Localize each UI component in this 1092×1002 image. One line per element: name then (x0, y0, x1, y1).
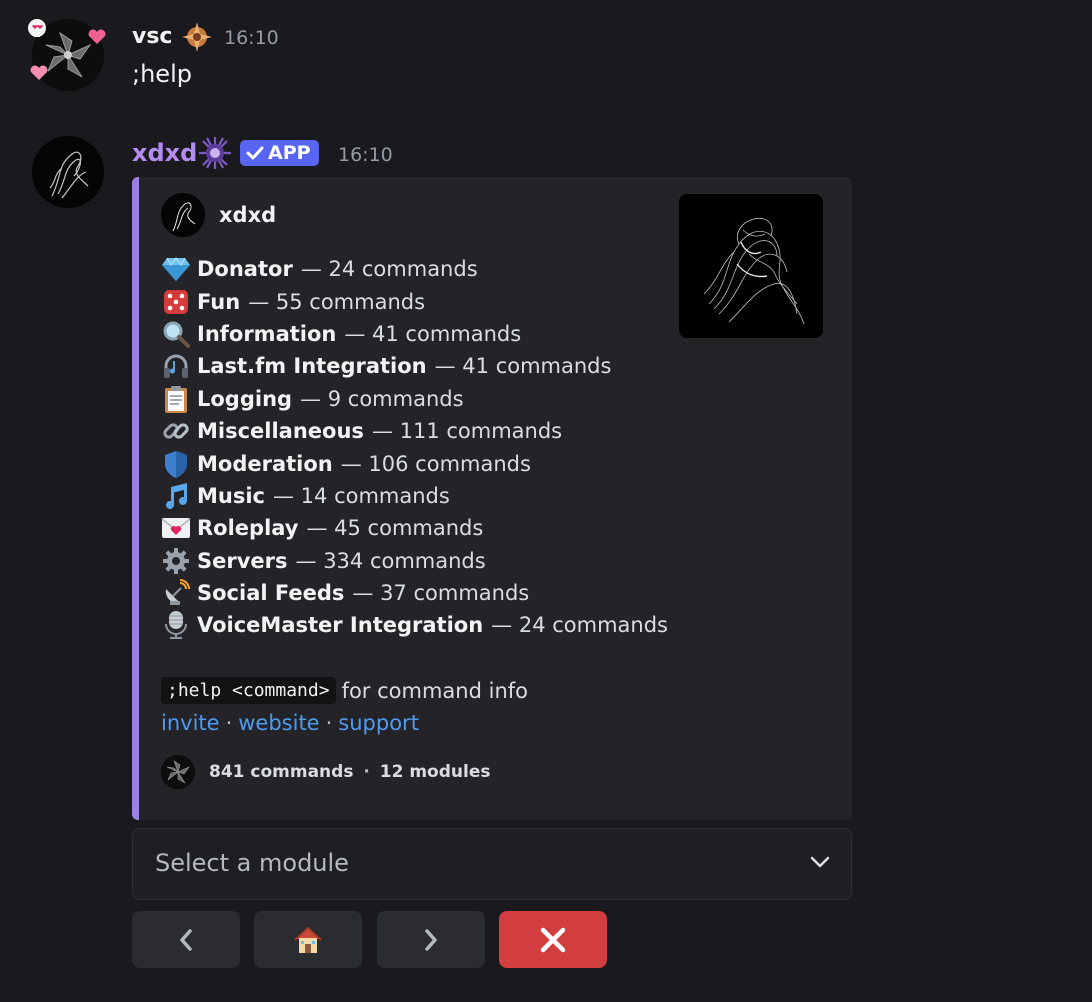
select-placeholder: Select a module (155, 849, 349, 877)
bot-username[interactable]: xdxd (132, 139, 197, 167)
list-item: Last.fm Integration — 41 commands (159, 350, 668, 382)
embed-footer: 841 commands · 12 modules (161, 755, 490, 789)
help-hint-text: for command info (341, 678, 528, 703)
dice-icon (159, 287, 193, 317)
next-button[interactable] (377, 911, 485, 968)
smoke-figure-icon (161, 193, 205, 237)
embed-author-avatar (161, 193, 205, 237)
timestamp: 16:10 (224, 27, 279, 49)
list-item: Moderation — 106 commands (159, 447, 668, 479)
list-item: Donator — 24 commands (159, 253, 668, 285)
compass-badge-icon[interactable] (180, 20, 214, 54)
previous-button[interactable] (132, 911, 240, 968)
separator: · (325, 711, 333, 735)
inline-code: ;help <command> (161, 677, 336, 704)
hearts-icon (88, 29, 106, 44)
embed-links: invite · website · support (161, 711, 419, 735)
separator: · (225, 711, 233, 735)
list-item: Music — 14 commands (159, 480, 668, 512)
house-icon (294, 926, 322, 953)
list-item: Roleplay — 45 commands (159, 512, 668, 544)
smoke-figure-icon (32, 136, 104, 208)
message-content: ;help (132, 60, 192, 88)
help-embed: xdxd Donator — 24 commands Fun — 55 comm… (132, 177, 852, 820)
message-vsc: vsc 16:10 ;help (0, 0, 1092, 110)
music-note-icon (159, 481, 193, 511)
spiky-orb-badge-icon[interactable] (197, 135, 233, 171)
close-button[interactable] (499, 911, 607, 968)
chevron-right-icon (425, 928, 437, 951)
magnifier-icon (159, 319, 193, 349)
list-item: Miscellaneous — 111 commands (159, 415, 668, 447)
website-link[interactable]: website (238, 711, 319, 735)
list-item: Logging — 9 commands (159, 383, 668, 415)
close-icon (540, 927, 566, 952)
clipboard-icon (159, 384, 193, 414)
list-item: Fun — 55 commands (159, 285, 668, 317)
footer-commands: 841 commands · 12 modules (209, 762, 491, 782)
hearts-icon (30, 65, 48, 80)
module-list: Donator — 24 commands Fun — 55 commands … (159, 253, 668, 642)
app-badge: APP (240, 140, 319, 166)
embed-thumbnail[interactable] (679, 194, 823, 338)
support-link[interactable]: support (338, 711, 419, 735)
headphones-icon (159, 351, 193, 381)
gear-icon (159, 546, 193, 576)
module-select[interactable]: Select a module (132, 828, 852, 900)
help-hint: ;help <command> for command info (161, 677, 528, 704)
bot-avatar[interactable] (32, 136, 104, 208)
checkmark-icon (246, 146, 264, 160)
satellite-icon (159, 578, 193, 608)
chevron-down-icon (810, 856, 830, 868)
shield-icon (159, 449, 193, 479)
embed-author: xdxd (161, 193, 276, 237)
app-badge-label: APP (268, 142, 311, 164)
microphone-icon (159, 610, 193, 640)
chevron-left-icon (180, 928, 192, 951)
footer-icon (161, 755, 195, 789)
invite-link[interactable]: invite (161, 711, 220, 735)
gem-icon (159, 254, 193, 284)
list-item: VoiceMaster Integration — 24 commands (159, 609, 668, 641)
link-icon (159, 416, 193, 446)
skull-heart-eyes-icon (28, 19, 46, 37)
list-item: Servers — 334 commands (159, 545, 668, 577)
embed-author-name: xdxd (219, 203, 277, 227)
timestamp: 16:10 (338, 144, 393, 166)
list-item: Social Feeds — 37 commands (159, 577, 668, 609)
smoke-portrait-image (679, 194, 823, 338)
home-button[interactable] (254, 911, 362, 968)
love-letter-icon (159, 513, 193, 543)
username[interactable]: vsc (132, 24, 172, 49)
lily-flower-icon (161, 755, 195, 789)
list-item: Information — 41 commands (159, 318, 668, 350)
